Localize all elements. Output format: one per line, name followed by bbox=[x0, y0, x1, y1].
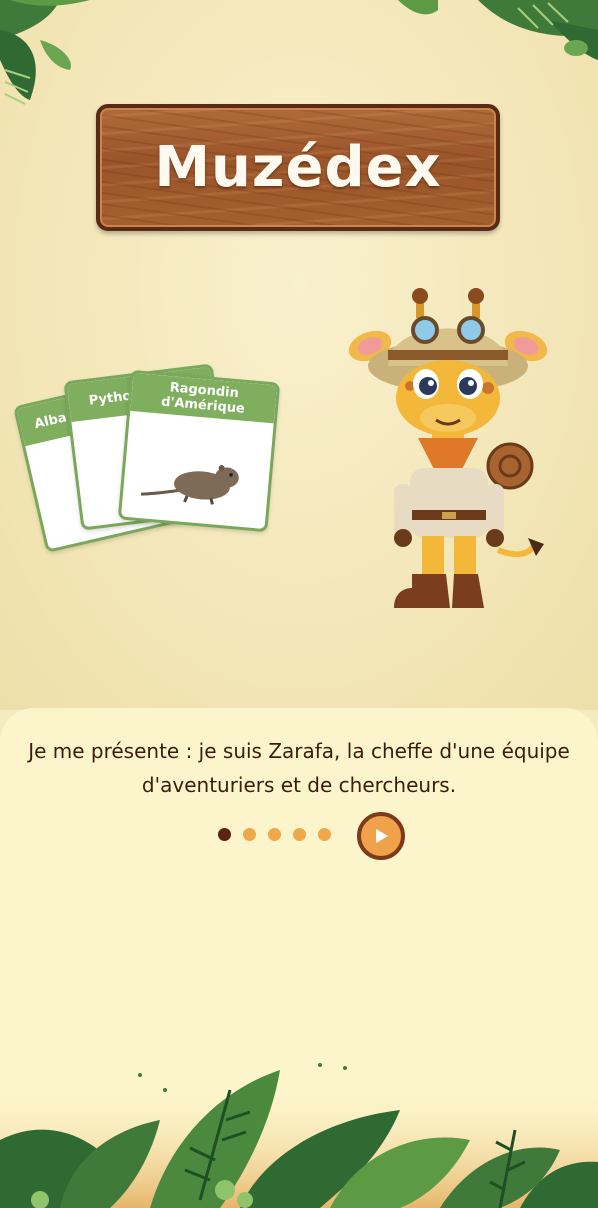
species-card: Ragondin d'Amérique bbox=[117, 369, 281, 533]
coypu-animal-icon bbox=[140, 465, 239, 505]
pagination-dot-4 bbox=[293, 828, 306, 841]
top-left-leaves-decoration bbox=[0, 0, 90, 105]
pagination-dot-5 bbox=[318, 828, 331, 841]
title-board: Muzédex bbox=[96, 104, 500, 231]
app-title: Muzédex bbox=[154, 135, 442, 200]
next-button[interactable] bbox=[357, 812, 405, 860]
top-right-leaves-decoration bbox=[398, 0, 598, 60]
intro-line-1: Je me présente : je suis Zarafa, la chef… bbox=[28, 739, 570, 763]
intro-text: Je me présente : je suis Zarafa, la chef… bbox=[0, 734, 598, 802]
pagination-dot-2 bbox=[243, 828, 256, 841]
pagination-dot-1 bbox=[218, 828, 231, 841]
pagination-dots bbox=[218, 828, 331, 841]
bottom-jungle-leaves-decoration bbox=[0, 1063, 598, 1208]
giraffe-explorer-mascot-icon bbox=[348, 288, 548, 608]
pagination-dot-3 bbox=[268, 828, 281, 841]
play-icon bbox=[376, 829, 388, 843]
intro-line-2: d'aventuriers et de chercheurs. bbox=[141, 773, 457, 797]
